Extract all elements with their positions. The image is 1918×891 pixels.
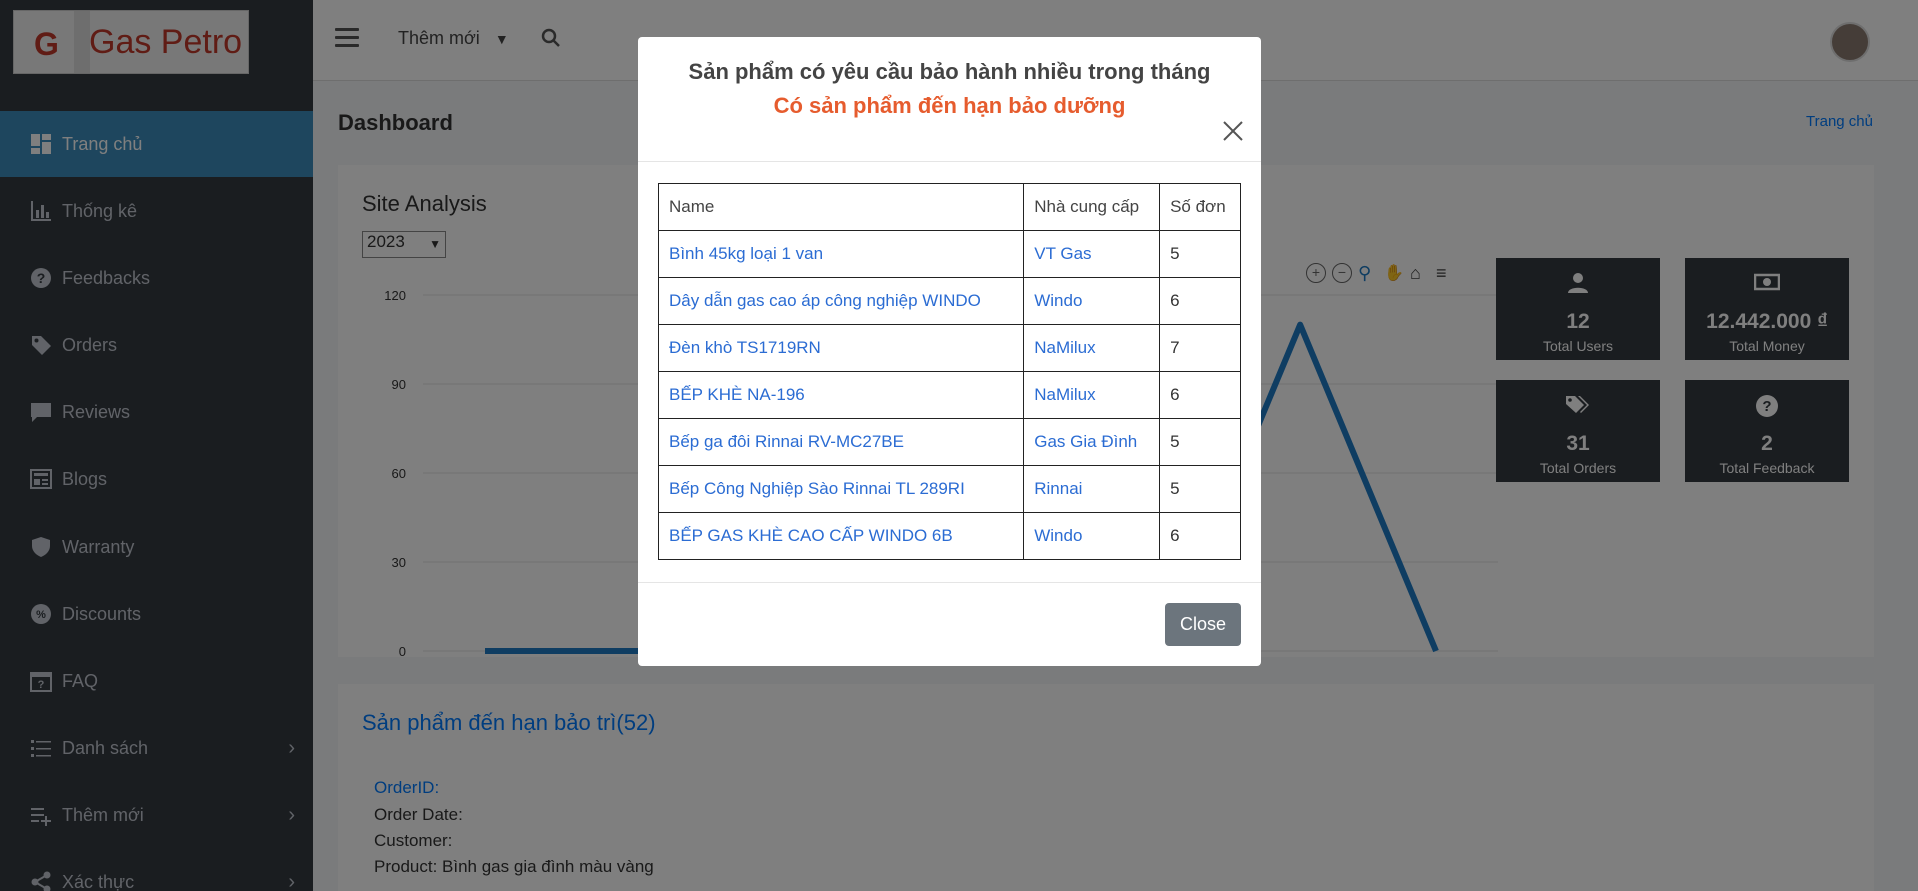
order-count: 5 [1159,230,1241,278]
supplier-link[interactable]: VT Gas [1023,230,1161,278]
order-count: 6 [1159,371,1241,419]
order-count: 5 [1159,418,1241,466]
table-row: Đèn khò TS1719RN NaMilux 7 [657,324,1241,372]
supplier-link[interactable]: Windo [1023,277,1161,325]
supplier-link[interactable]: NaMilux [1023,324,1161,372]
product-name-link[interactable]: Dây dẫn gas cao áp công nghiệp WINDO [657,277,1025,325]
warranty-modal: Sản phẩm có yêu cầu bảo hành nhiều trong… [638,37,1261,666]
close-icon[interactable] [1221,119,1245,143]
table-header: Nhà cung cấp [1023,183,1161,231]
table-row: BẾP GAS KHÈ CAO CẤP WINDO 6B Windo 6 [657,512,1241,560]
table-row: Bếp ga đôi Rinnai RV-MC27BE Gas Gia Đình 5 [657,418,1241,466]
order-count: 7 [1159,324,1241,372]
supplier-link[interactable]: Windo [1023,512,1161,560]
product-name-link[interactable]: BẾP KHÈ NA-196 [657,371,1025,419]
modal-subtitle: Có sản phẩm đến hạn bảo dưỡng [773,93,1126,118]
table-row: Dây dẫn gas cao áp công nghiệp WINDO Wind… [657,277,1241,325]
table-header: Name [657,183,1025,231]
product-name-link[interactable]: Đèn khò TS1719RN [657,324,1025,372]
order-count: 6 [1159,277,1241,325]
table-row: BẾP KHÈ NA-196 NaMilux 6 [657,371,1241,419]
modal-footer-divider [638,582,1261,583]
modal-header-divider [638,161,1261,162]
supplier-link[interactable]: Rinnai [1023,465,1161,513]
supplier-link[interactable]: NaMilux [1023,371,1161,419]
close-button[interactable]: Close [1165,603,1241,646]
order-count: 5 [1159,465,1241,513]
table-row: Bếp Công Nghiệp Sào Rinnai TL 289RI Rinna… [657,465,1241,513]
product-name-link[interactable]: Bếp Công Nghiệp Sào Rinnai TL 289RI [657,465,1025,513]
modal-title: Sản phẩm có yêu cầu bảo hành nhiều trong… [688,59,1211,84]
product-table: Name Nhà cung cấp Số đơn Bình 45kg loại 1 … [657,183,1241,560]
product-name-link[interactable]: Bếp ga đôi Rinnai RV-MC27BE [657,418,1025,466]
product-name-link[interactable]: BẾP GAS KHÈ CAO CẤP WINDO 6B [657,512,1025,560]
table-row: Bình 45kg loại 1 van VT Gas 5 [657,230,1241,278]
product-name-link[interactable]: Bình 45kg loại 1 van [657,230,1025,278]
order-count: 6 [1159,512,1241,560]
supplier-link[interactable]: Gas Gia Đình [1023,418,1161,466]
table-header: Số đơn [1159,183,1241,231]
